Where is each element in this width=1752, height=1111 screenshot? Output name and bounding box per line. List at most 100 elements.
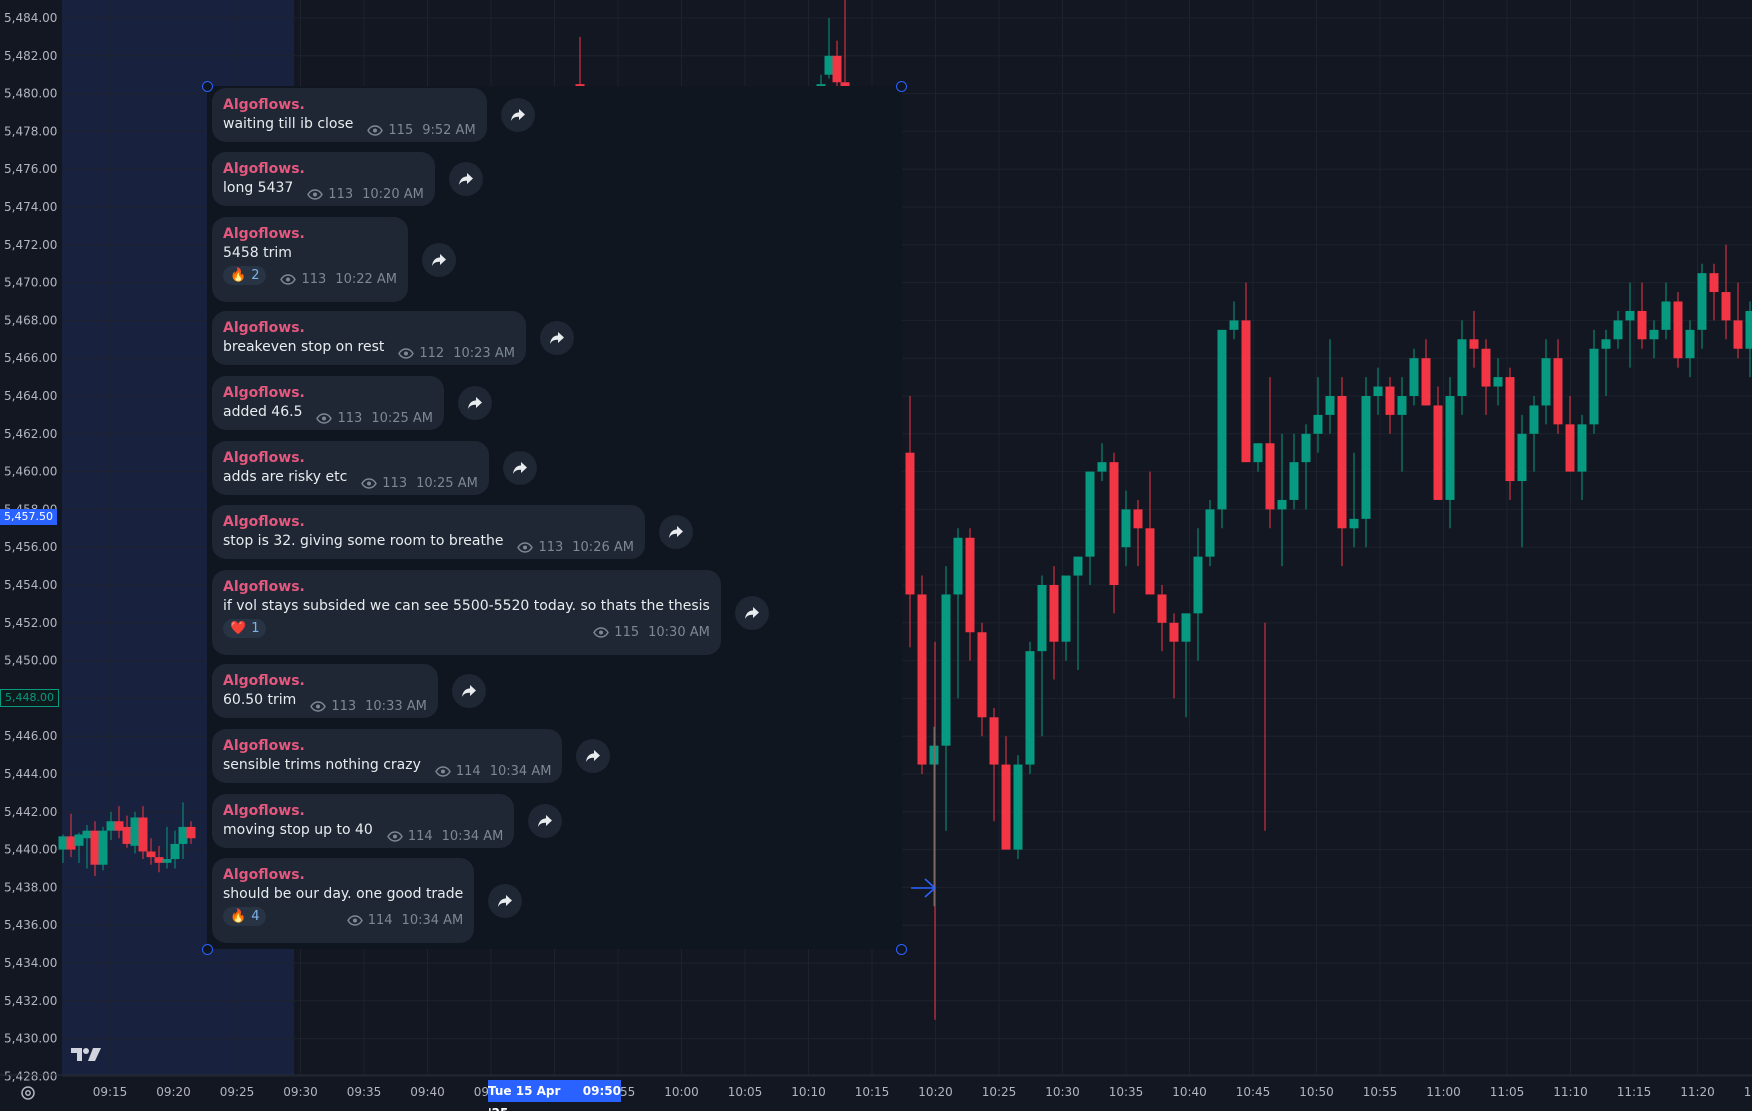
- message-text: waiting till ib close: [223, 116, 354, 132]
- message-meta: 112 10:23 AM: [398, 346, 515, 361]
- overlay-handle-bottom-right[interactable]: [896, 944, 907, 955]
- message-views: 113: [301, 272, 327, 287]
- message-text: if vol stays subsided we can see 5500-55…: [223, 598, 710, 614]
- share-button[interactable]: [658, 515, 693, 549]
- share-button[interactable]: [422, 242, 457, 277]
- eye-icon: [310, 701, 331, 712]
- share-button[interactable]: [458, 386, 493, 420]
- candle-up: [162, 859, 172, 863]
- candle-up: [1073, 556, 1083, 576]
- price-axis-label: 5,482.00: [4, 49, 57, 63]
- share-button[interactable]: [539, 321, 574, 355]
- candle-up: [1697, 273, 1707, 330]
- message-text: 60.50 trim: [223, 692, 297, 708]
- overlay-handle-top-right[interactable]: [896, 81, 907, 92]
- gear-icon[interactable]: [20, 1085, 36, 1106]
- message-bubble[interactable]: Algoflows. should be our day. one good tr…: [212, 858, 475, 943]
- eye-icon: [280, 274, 301, 285]
- time-axis-label: 09:15: [93, 1085, 128, 1099]
- share-button[interactable]: [451, 674, 486, 708]
- message-bubble[interactable]: Algoflows. adds are risky etc 113 10:25 AM: [212, 441, 489, 495]
- chat-message[interactable]: Algoflows. breakeven stop on rest 112 10:23…: [212, 311, 574, 365]
- message-bubble[interactable]: Algoflows. long 5437 113 10:20 AM: [212, 152, 435, 206]
- candle-down: [917, 594, 927, 765]
- share-button[interactable]: [502, 451, 537, 485]
- reaction-count: 4: [251, 909, 260, 924]
- share-button[interactable]: [734, 595, 769, 630]
- message-bubble[interactable]: Algoflows. stop is 32. giving some room t…: [212, 505, 645, 559]
- message-text: adds are risky etc: [223, 469, 348, 485]
- share-button[interactable]: [576, 739, 611, 773]
- time-axis-label: 10:45: [1236, 1085, 1271, 1099]
- candle-down: [1433, 405, 1443, 500]
- chat-message[interactable]: Algoflows. should be our day. one good tr…: [212, 858, 523, 943]
- message-author[interactable]: Algoflows.: [223, 320, 515, 337]
- share-arrow-icon: [585, 749, 601, 763]
- message-author[interactable]: Algoflows.: [223, 385, 433, 402]
- price-axis-label: 5,466.00: [4, 351, 57, 365]
- chat-message[interactable]: Algoflows. long 5437 113 10:20 AM: [212, 152, 483, 206]
- message-author[interactable]: Algoflows.: [223, 673, 427, 690]
- chart-stage[interactable]: 5,484.00 5,482.00 5,480.00 5,478.00 5,476.00…: [0, 0, 1752, 1111]
- message-author[interactable]: Algoflows.: [223, 867, 463, 884]
- chat-message[interactable]: Algoflows. moving stop up to 40 114 10:34 A…: [212, 794, 563, 848]
- message-author[interactable]: Algoflows.: [223, 738, 551, 755]
- tradingview-logo-icon[interactable]: [71, 1046, 103, 1069]
- chat-message[interactable]: Algoflows. stop is 32. giving some room t…: [212, 505, 693, 559]
- message-views: 113: [331, 699, 357, 714]
- message-author[interactable]: Algoflows.: [223, 514, 634, 531]
- share-button[interactable]: [488, 883, 523, 918]
- candle-up: [1097, 462, 1107, 472]
- reaction-count: 1: [251, 621, 260, 636]
- share-button[interactable]: [528, 804, 563, 838]
- candle-up: [130, 817, 140, 846]
- candle-up: [1445, 396, 1455, 500]
- price-axis-label: 5,464.00: [4, 389, 57, 403]
- message-bubble[interactable]: Algoflows. 60.50 trim 113 10:33 AM: [212, 664, 438, 718]
- chat-message[interactable]: Algoflows. waiting till ib close 115 9:52 A…: [212, 88, 535, 142]
- message-bubble[interactable]: Algoflows. waiting till ib close 115 9:52 A…: [212, 88, 487, 142]
- chat-message[interactable]: Algoflows. sensible trims nothing crazy 11…: [212, 729, 611, 783]
- share-button[interactable]: [448, 162, 483, 196]
- candle-up: [1013, 764, 1023, 850]
- candle-down: [977, 632, 987, 718]
- price-axis-label: 5,444.00: [4, 767, 57, 781]
- message-bubble[interactable]: Algoflows. 5458 trim 🔥 2 113 10:22 AM: [212, 217, 409, 302]
- candle-up: [1457, 339, 1467, 396]
- price-axis-label: 5,446.00: [4, 729, 57, 743]
- message-bubble[interactable]: Algoflows. added 46.5 113 10:25 AM: [212, 376, 445, 430]
- message-author[interactable]: Algoflows.: [223, 97, 476, 114]
- candle-up: [953, 537, 963, 595]
- message-author[interactable]: Algoflows.: [223, 226, 397, 243]
- message-bubble[interactable]: Algoflows. breakeven stop on rest 112 10:23…: [212, 311, 526, 365]
- candle-down: [1709, 273, 1719, 293]
- reaction-badge[interactable]: 🔥 2: [223, 266, 267, 285]
- message-bubble[interactable]: Algoflows. moving stop up to 40 114 10:34 A…: [212, 794, 515, 848]
- candle-up: [1181, 613, 1191, 642]
- message-bubble[interactable]: Algoflows. sensible trims nothing crazy 11…: [212, 729, 563, 783]
- chat-message[interactable]: Algoflows. 5458 trim 🔥 2 113 10:22 AM: [212, 217, 457, 302]
- message-author[interactable]: Algoflows.: [223, 450, 478, 467]
- price-axis-label: 5,474.00: [4, 200, 57, 214]
- price-axis-label: 5,454.00: [4, 578, 57, 592]
- chat-message[interactable]: Algoflows. if vol stays subsided we can s…: [212, 570, 769, 655]
- candle-up: [178, 826, 188, 844]
- reaction-badge[interactable]: ❤️ 1: [223, 619, 267, 638]
- candle-up: [1313, 414, 1323, 434]
- message-views: 113: [337, 411, 363, 426]
- message-author[interactable]: Algoflows.: [223, 161, 424, 178]
- message-author[interactable]: Algoflows.: [223, 803, 503, 820]
- chat-message[interactable]: Algoflows. 60.50 trim 113 10:33 AM: [212, 664, 486, 718]
- chat-message[interactable]: Algoflows. adds are risky etc 113 10:25 AM: [212, 441, 537, 495]
- overlay-handle-bottom-left[interactable]: [202, 944, 213, 955]
- reaction-badge[interactable]: 🔥 4: [223, 907, 267, 926]
- time-axis-label: 10:05: [728, 1085, 763, 1099]
- time-axis-label: 10:50: [1299, 1085, 1334, 1099]
- message-author[interactable]: Algoflows.: [223, 579, 710, 596]
- message-bubble[interactable]: Algoflows. if vol stays subsided we can s…: [212, 570, 721, 655]
- message-meta: 113 10:20 AM: [307, 187, 424, 202]
- share-arrow-icon: [549, 331, 565, 345]
- time-axis-label: 10:20: [918, 1085, 953, 1099]
- chat-message[interactable]: Algoflows. added 46.5 113 10:25 AM: [212, 376, 493, 430]
- share-button[interactable]: [500, 98, 535, 132]
